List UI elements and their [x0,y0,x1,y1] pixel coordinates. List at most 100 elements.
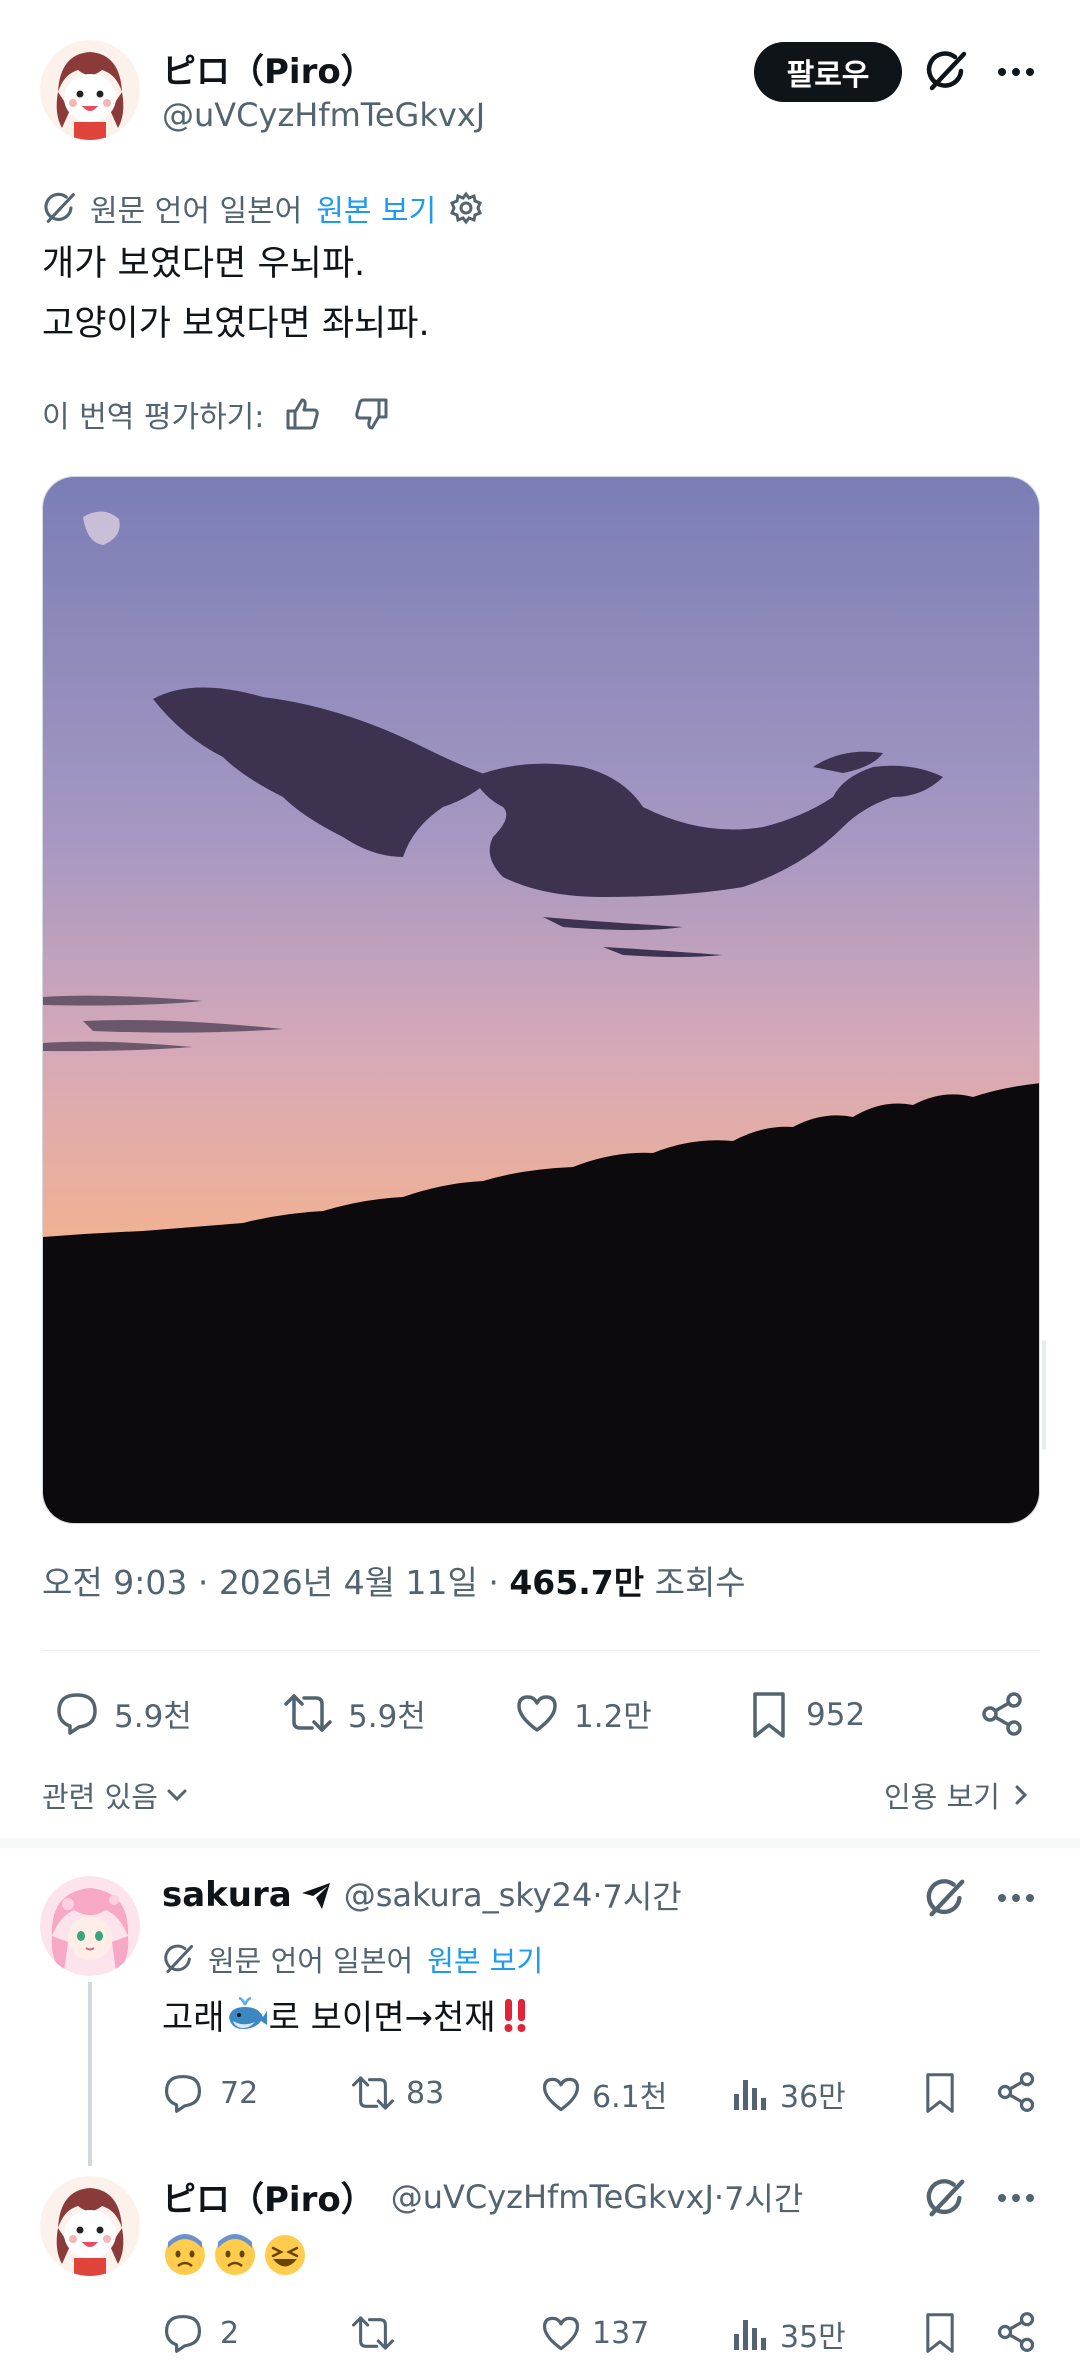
tweet-time: 오전 9:03 [42,1563,188,1602]
translation-language: 원문 언어 일본어 [90,194,303,229]
view-count: 35만 [780,2320,846,2355]
views-chart-icon[interactable] [730,2074,770,2114]
reply-handle[interactable]: @sakura_sky24 [344,1876,593,1914]
section-separator [0,1838,1080,1848]
translation-language: 원문 언어 일본어 [208,1944,414,1978]
tweet-date: 2026년 4월 11일 [218,1563,478,1602]
scrollbar-thumb[interactable] [1042,1340,1046,1450]
repost-icon[interactable] [282,1690,334,1736]
reply-header: ピロ（Piro） @uVCyzHfmTeGkvxJ · 7시간 [162,2172,803,2221]
repost-action[interactable]: 5.9천 [282,1690,426,1736]
like-count: 1.2만 [574,1698,652,1735]
bookmark-icon[interactable] [746,1690,792,1740]
chevron-down-icon [164,1782,190,1808]
reply-display-name[interactable]: sakura [162,1875,292,1915]
author-display-name[interactable]: ピロ（Piro） [162,44,375,93]
reply-replies[interactable]: 72 [162,2072,258,2114]
reply-time[interactable]: 7시간 [602,1872,681,1918]
settings-gear-icon[interactable] [448,190,484,226]
reply-text: 고래 로 보이면→천재 [162,1990,530,2039]
rate-translation: 이 번역 평가하기: [42,392,390,436]
reply-action[interactable]: 5.9천 [54,1690,192,1736]
view-count: 36만 [780,2080,846,2115]
like-action[interactable]: 1.2만 [514,1690,652,1736]
reply-time[interactable]: 7시간 [724,2174,803,2220]
reply-icon[interactable] [162,2072,204,2114]
reply-emoji-text [162,2232,308,2278]
repost-count: 5.9천 [348,1698,426,1735]
reply-replies[interactable]: 2 [162,2312,239,2354]
like-count: 6.1천 [592,2080,668,2115]
tweet-meta: 오전 9:03 · 2026년 4월 11일 · 465.7만 조회수 [42,1563,746,1602]
grok-icon[interactable] [924,1876,968,1920]
more-options-icon[interactable] [996,2180,1036,2220]
view-quotes-link[interactable]: 인용 보기 [884,1774,1032,1816]
reply-count: 72 [220,2075,259,2111]
repost-icon[interactable] [350,2312,396,2354]
reply-views[interactable]: 35만 [730,2312,846,2356]
reply-avatar[interactable] [40,2176,140,2276]
reply-text-part: 고래 [162,1998,225,2038]
author-avatar[interactable] [40,40,140,140]
share-icon[interactable] [994,2070,1038,2114]
bookmark-icon[interactable] [920,2070,960,2116]
tweet-text-line: 고양이가 보였다면 좌뇌파. [42,304,430,344]
anxious-face-emoji-icon [162,2232,208,2278]
reply-count: 5.9천 [114,1698,192,1735]
reply-text-part: 로 보이면→천재 [268,1998,496,2038]
tweet-photo[interactable] [42,476,1040,1524]
reply-reposts[interactable]: 83 [350,2072,444,2114]
thumbs-up-icon[interactable] [284,395,322,433]
bookmark-count: 952 [806,1697,866,1733]
translate-icon [42,190,78,226]
view-count-label: 조회수 [654,1563,746,1602]
related-dropdown[interactable]: 관련 있음 [42,1774,190,1816]
heart-icon[interactable] [540,2312,582,2354]
whale-emoji-icon [225,1995,269,2035]
reply-likes[interactable]: 137 [540,2312,649,2354]
share-icon[interactable] [994,2310,1038,2354]
translate-icon [162,1942,196,1976]
reply-icon[interactable] [162,2312,204,2354]
divider [42,1650,1040,1651]
share-icon[interactable] [978,1690,1026,1738]
more-options-icon[interactable] [996,54,1036,94]
reply-count: 2 [220,2315,240,2351]
bookmark-action[interactable]: 952 [746,1690,865,1740]
reply-header: sakura @sakura_sky24 · 7시간 [162,1872,682,1918]
double-exclamation-icon [500,1995,530,2035]
reply-handle[interactable]: @uVCyzHfmTeGkvxJ [391,2178,714,2216]
tweet-text: 개가 보였다면 우뇌파. 고양이가 보였다면 좌뇌파. [42,234,430,354]
translation-notice: 원문 언어 일본어 원본 보기 [42,186,484,230]
related-label: 관련 있음 [42,1780,158,1814]
heart-icon[interactable] [540,2073,582,2115]
quotes-label: 인용 보기 [884,1780,1000,1814]
laughing-face-emoji-icon [262,2232,308,2278]
views-chart-icon[interactable] [730,2314,770,2354]
chevron-right-icon [1010,1782,1032,1808]
reply-reposts[interactable] [350,2312,406,2354]
grok-icon[interactable] [924,2176,968,2220]
thread-line [88,1982,92,2166]
show-original-link[interactable]: 원본 보기 [316,186,436,230]
reply-avatar[interactable] [40,1876,140,1976]
tweet-text-line: 개가 보였다면 우뇌파. [42,244,366,284]
more-options-icon[interactable] [996,1880,1036,1920]
reply-display-name[interactable]: ピロ（Piro） [162,2172,375,2221]
show-original-link[interactable]: 원본 보기 [427,1938,543,1980]
anxious-face-emoji-icon [212,2232,258,2278]
repost-icon[interactable] [350,2072,396,2114]
follow-button[interactable]: 팔로우 [754,42,902,102]
heart-icon[interactable] [514,1690,560,1736]
author-handle[interactable]: @uVCyzHfmTeGkvxJ [162,96,485,134]
reply-icon[interactable] [54,1690,100,1736]
reply-likes[interactable]: 6.1천 [540,2072,667,2116]
reply-translation-notice: 원문 언어 일본어 원본 보기 [162,1938,543,1980]
thumbs-down-icon[interactable] [352,395,390,433]
like-count: 137 [592,2315,650,2351]
reply-views[interactable]: 36만 [730,2072,846,2116]
view-count: 465.7만 [509,1563,645,1602]
grok-icon[interactable] [924,48,970,94]
airplane-icon [300,1879,332,1911]
bookmark-icon[interactable] [920,2310,960,2356]
